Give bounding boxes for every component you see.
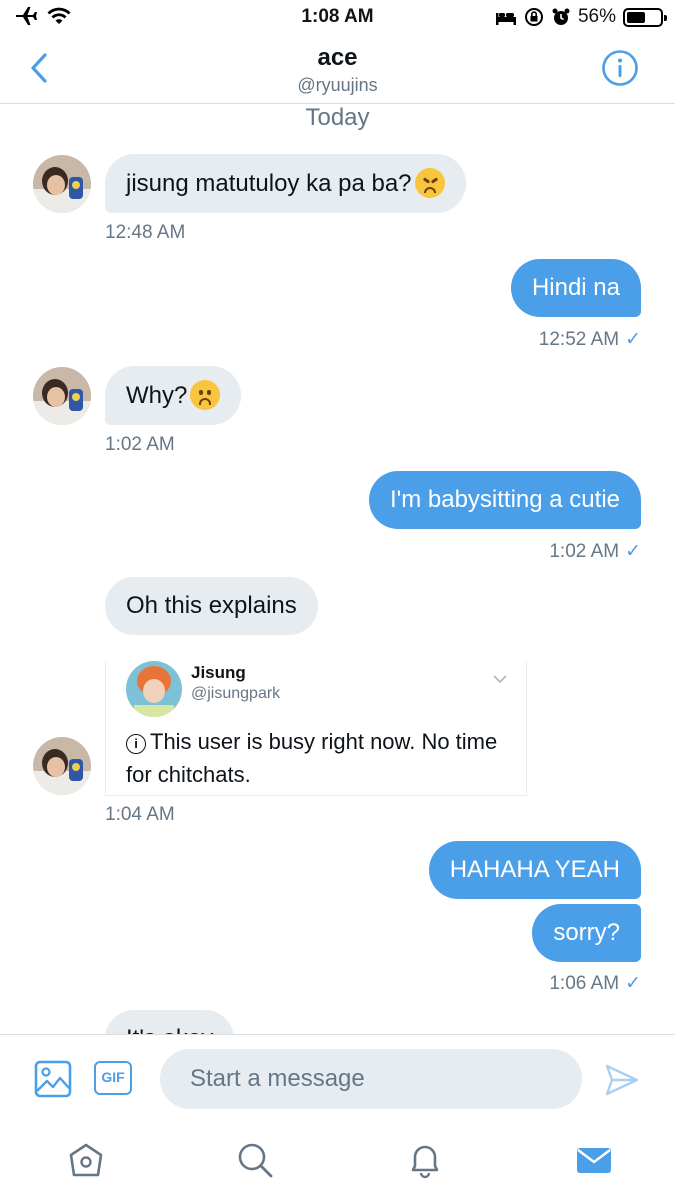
persevering-face-emoji-icon	[414, 168, 445, 198]
message-timestamp: 1:06 AM ✓	[549, 972, 641, 995]
message-text: jisung matutuloy ka pa ba?	[126, 170, 412, 197]
info-icon[interactable]	[601, 49, 639, 87]
message-input[interactable]	[160, 1049, 582, 1109]
message-bubble-incoming[interactable]: jisung matutuloy ka pa ba?	[105, 154, 466, 213]
sender-avatar[interactable]	[33, 155, 91, 213]
shared-tweet-card[interactable]: Jisung @jisungpark i This user is busy ri…	[105, 661, 527, 796]
read-check-icon: ✓	[625, 973, 641, 994]
message-text: HAHAHA YEAH	[449, 856, 620, 883]
battery-percent: 56%	[577, 6, 616, 27]
timestamp-text: 12:52 AM	[538, 329, 620, 350]
frowning-face-emoji-icon	[190, 380, 221, 410]
battery-icon	[623, 7, 667, 27]
gif-button[interactable]: GIF	[94, 1061, 132, 1095]
send-icon[interactable]	[603, 1061, 641, 1099]
tweet-text: i This user is busy right now. No time fo…	[126, 725, 511, 791]
status-right: 56%	[495, 6, 667, 28]
conversation-title[interactable]: ace	[0, 44, 675, 72]
message-timestamp: 1:04 AM	[105, 804, 175, 825]
read-check-icon: ✓	[625, 541, 641, 562]
day-separator: Today	[305, 104, 370, 131]
timestamp-text: 1:02 AM	[549, 541, 620, 562]
timestamp-text: 1:06 AM	[549, 973, 620, 994]
message-thread[interactable]: Today jisung matutuloy ka pa ba? 12:48 A…	[0, 104, 675, 1034]
message-bubble-outgoing[interactable]: HAHAHA YEAH	[428, 841, 641, 899]
message-bubble-incoming[interactable]: It's okay	[105, 1010, 235, 1034]
tweet-body: This user is busy right now. No time for…	[126, 729, 498, 787]
conversation-header: ace @ryuujins	[0, 36, 675, 104]
sender-avatar[interactable]	[33, 367, 91, 425]
message-timestamp: 12:52 AM ✓	[539, 328, 641, 351]
message-text: I'm babysitting a cutie	[389, 486, 620, 513]
message-bubble-outgoing[interactable]: sorry?	[532, 904, 641, 962]
message-text: Why?	[126, 382, 188, 409]
message-timestamp: 1:02 AM	[105, 434, 175, 455]
home-icon[interactable]	[66, 1140, 106, 1180]
image-icon[interactable]	[34, 1060, 72, 1098]
read-check-icon: ✓	[625, 329, 641, 350]
message-text: Oh this explains	[126, 592, 297, 619]
message-composer: GIF	[0, 1034, 675, 1124]
messages-mail-icon[interactable]	[574, 1140, 614, 1180]
chevron-down-icon[interactable]	[492, 673, 508, 685]
tweet-author-handle[interactable]: @jisungpark	[191, 685, 280, 703]
notifications-bell-icon[interactable]	[405, 1140, 445, 1180]
message-bubble-incoming[interactable]: Why?	[105, 366, 242, 425]
status-bar: 1:08 AM 56%	[0, 0, 675, 34]
message-text: It's okay	[126, 1025, 213, 1034]
bottom-tab-bar	[0, 1124, 675, 1200]
search-icon[interactable]	[235, 1140, 275, 1180]
message-text: Hindi na	[531, 274, 620, 301]
alarm-icon	[552, 8, 570, 25]
conversation-handle[interactable]: @ryuujins	[0, 75, 675, 96]
sender-avatar[interactable]	[33, 737, 91, 795]
message-text: sorry?	[553, 919, 620, 946]
message-timestamp: 12:48 AM	[105, 222, 186, 243]
message-bubble-outgoing[interactable]: Hindi na	[510, 259, 641, 317]
bed-icon	[495, 13, 516, 25]
battery-fill	[627, 11, 645, 23]
tweet-author-name[interactable]: Jisung	[191, 663, 246, 683]
info-circle-icon: i	[126, 734, 146, 754]
rotation-lock-icon	[524, 8, 543, 26]
message-timestamp: 1:02 AM ✓	[549, 540, 641, 563]
tweet-author-avatar[interactable]	[126, 661, 182, 717]
message-bubble-outgoing[interactable]: I'm babysitting a cutie	[368, 471, 641, 529]
message-bubble-incoming[interactable]: Oh this explains	[105, 577, 318, 635]
